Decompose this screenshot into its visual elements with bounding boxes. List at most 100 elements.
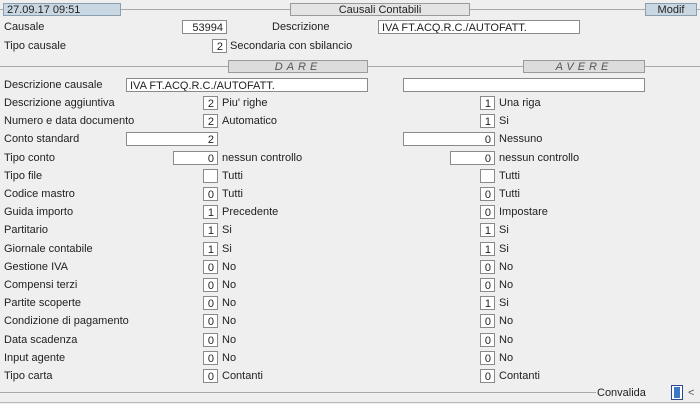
avere-value-text: Impostare bbox=[499, 206, 548, 219]
window-title: Causali Contabili bbox=[290, 3, 470, 16]
back-arrow-icon[interactable]: < bbox=[688, 386, 694, 400]
avere-value-field[interactable]: 1 bbox=[480, 241, 495, 256]
avere-value-field[interactable]: 1 bbox=[480, 114, 495, 129]
dare-value-text: Precedente bbox=[222, 206, 279, 219]
row-label: Gestione IVA bbox=[4, 260, 68, 273]
avere-value-text: Tutti bbox=[499, 169, 520, 182]
avere-value-text: No bbox=[499, 315, 514, 328]
avere-section-header: AVERE bbox=[523, 60, 645, 73]
dare-value-field[interactable]: 0 bbox=[203, 296, 218, 311]
dare-value-text: Piu' righe bbox=[222, 97, 268, 109]
avere-value-text: No bbox=[499, 333, 514, 346]
row-label: Partite scoperte bbox=[4, 297, 82, 310]
dare-value-text: Automatico bbox=[222, 115, 278, 128]
causale-field[interactable]: 53994 bbox=[182, 20, 227, 34]
avere-value-text: No bbox=[499, 279, 514, 291]
convalida-indicator-icon bbox=[674, 387, 680, 398]
footer-line bbox=[0, 392, 596, 393]
avere-value-text: Una riga bbox=[499, 97, 541, 109]
row-label: Data scadenza bbox=[4, 333, 78, 346]
dare-value-field[interactable]: 1 bbox=[203, 241, 218, 256]
row-label: Tipo conto bbox=[4, 151, 55, 164]
dare-value-text: Si bbox=[222, 242, 232, 255]
avere-value-text: Si bbox=[499, 115, 509, 128]
tipo-causale-label: Tipo causale bbox=[4, 40, 66, 52]
row-label: Descrizione aggiuntiva bbox=[4, 97, 115, 109]
avere-value-field[interactable]: 0 bbox=[480, 187, 495, 201]
descrizione-field[interactable]: IVA FT.ACQ.R.C./AUTOFATT. bbox=[378, 20, 580, 34]
dare-value-field[interactable]: 0 bbox=[203, 369, 218, 383]
causale-label: Causale bbox=[4, 21, 45, 33]
dare-value-text: No bbox=[222, 315, 237, 328]
dare-value-field[interactable]: 2 bbox=[203, 96, 218, 110]
dare-value-text: No bbox=[222, 279, 237, 291]
dare-value-text: No bbox=[222, 260, 237, 273]
avere-value-field[interactable]: 0 bbox=[480, 314, 495, 329]
avere-value-text: Nessuno bbox=[499, 133, 543, 146]
descrizione-causale-dare-field[interactable]: IVA FT.ACQ.R.C./AUTOFATT. bbox=[126, 78, 368, 92]
row-label: Giornale contabile bbox=[4, 242, 93, 255]
dare-value-field[interactable]: 0 bbox=[203, 187, 218, 201]
avere-value-field[interactable]: 0 bbox=[480, 332, 495, 347]
dare-value-field[interactable]: 0 bbox=[203, 332, 218, 347]
avere-value-field[interactable]: 0 bbox=[480, 369, 495, 383]
dare-value-text: No bbox=[222, 351, 237, 364]
row-label: Guida importo bbox=[4, 206, 74, 219]
convalida-label: Convalida bbox=[597, 387, 646, 399]
row-label: Input agente bbox=[4, 351, 66, 364]
row-label: Codice mastro bbox=[4, 188, 75, 200]
avere-value-text: No bbox=[499, 351, 514, 364]
datetime-display: 27.09.17 09:51 bbox=[3, 3, 121, 16]
avere-value-text: Si bbox=[499, 297, 509, 310]
row-label: Partitario bbox=[4, 224, 49, 237]
dare-value-field[interactable]: 0 bbox=[203, 350, 218, 365]
dare-value-text: nessun controllo bbox=[222, 151, 303, 164]
avere-value-text: Si bbox=[499, 224, 509, 237]
dare-section-header: DARE bbox=[228, 60, 368, 73]
dare-value-field[interactable]: 1 bbox=[203, 205, 218, 220]
dare-value-field[interactable]: 1 bbox=[203, 223, 218, 238]
dare-value-text: Tutti bbox=[222, 169, 243, 182]
avere-value-field[interactable]: 0 bbox=[403, 132, 495, 147]
dare-value-text: Si bbox=[222, 224, 232, 237]
avere-value-field[interactable]: 0 bbox=[480, 350, 495, 365]
avere-value-field[interactable] bbox=[480, 168, 495, 183]
bottom-line bbox=[0, 402, 700, 403]
avere-value-text: nessun controllo bbox=[499, 151, 580, 164]
avere-value-field[interactable]: 1 bbox=[480, 96, 495, 110]
row-label: Tipo carta bbox=[4, 370, 53, 382]
avere-value-text: Si bbox=[499, 242, 509, 255]
avere-value-field[interactable]: 0 bbox=[480, 205, 495, 220]
avere-value-field[interactable]: 0 bbox=[480, 278, 495, 292]
tipo-causale-field[interactable]: 2 bbox=[212, 39, 227, 53]
dare-value-field[interactable]: 0 bbox=[203, 314, 218, 329]
dare-value-text: Contanti bbox=[222, 370, 263, 382]
dare-value-field[interactable]: 0 bbox=[203, 278, 218, 292]
row-label: Condizione di pagamento bbox=[4, 315, 129, 328]
mode-indicator: Modif bbox=[645, 3, 697, 16]
descrizione-label: Descrizione bbox=[272, 21, 330, 33]
tipo-causale-text: Secondaria con sbilancio bbox=[230, 40, 353, 52]
dare-value-field[interactable]: 2 bbox=[126, 132, 218, 147]
avere-value-field[interactable]: 1 bbox=[480, 296, 495, 311]
dare-value-text: Tutti bbox=[222, 188, 243, 200]
avere-value-text: No bbox=[499, 260, 514, 273]
dare-value-field[interactable]: 0 bbox=[173, 150, 218, 165]
row-label: Tipo file bbox=[4, 169, 43, 182]
avere-value-field[interactable]: 1 bbox=[480, 223, 495, 238]
descrizione-causale-label: Descrizione causale bbox=[4, 79, 103, 91]
dare-value-text: No bbox=[222, 297, 237, 310]
avere-value-text: Contanti bbox=[499, 370, 540, 382]
avere-value-field[interactable]: 0 bbox=[480, 259, 495, 274]
dare-value-field[interactable]: 0 bbox=[203, 259, 218, 274]
convalida-button[interactable] bbox=[671, 385, 683, 400]
row-label: Compensi terzi bbox=[4, 279, 78, 291]
avere-value-text: Tutti bbox=[499, 188, 520, 200]
dare-value-text: No bbox=[222, 333, 237, 346]
dare-value-field[interactable] bbox=[203, 168, 218, 183]
row-label: Conto standard bbox=[4, 133, 80, 146]
descrizione-causale-avere-field[interactable] bbox=[403, 78, 645, 92]
row-label: Numero e data documento bbox=[4, 115, 135, 128]
dare-value-field[interactable]: 2 bbox=[203, 114, 218, 129]
avere-value-field[interactable]: 0 bbox=[450, 150, 495, 165]
